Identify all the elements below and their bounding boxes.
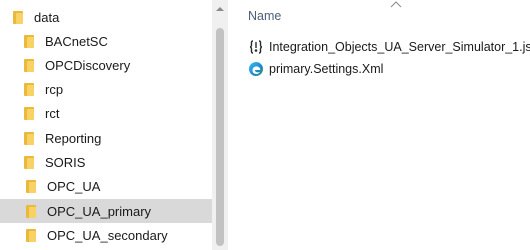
tree-item-opc-ua-secondary[interactable]: OPC_UA_secondary	[0, 223, 212, 247]
file-row[interactable]: Integration_Objects_UA_Server_Simulator_…	[248, 36, 530, 58]
tree-item-label: rct	[45, 105, 60, 121]
file-list-pane: Name Integration_Objects_UA_Server_Simul…	[228, 0, 530, 250]
folder-icon	[26, 228, 36, 242]
tree-item-opcdiscovery[interactable]: OPCDiscovery	[0, 53, 212, 77]
tree-item-soris[interactable]: SORIS	[0, 150, 212, 174]
file-name: primary.Settings.Xml	[269, 62, 384, 76]
tree-item-data[interactable]: data	[0, 5, 212, 29]
chevron-up-icon	[390, 1, 402, 8]
tree-item-bacnetsc[interactable]: BACnetSC	[0, 29, 212, 53]
folder-icon	[24, 106, 34, 120]
tree-item-opc-ua[interactable]: OPC_UA	[0, 174, 212, 198]
scroll-up-arrow-icon[interactable]	[216, 6, 224, 12]
json-file-icon	[249, 40, 263, 54]
folder-icon	[24, 155, 34, 169]
tree-item-label: OPCDiscovery	[45, 57, 131, 73]
tree-item-label: data	[34, 9, 60, 25]
folder-icon	[24, 131, 34, 145]
tree-item-label: Reporting	[45, 130, 102, 146]
folder-icon	[24, 58, 34, 72]
folder-icon	[24, 82, 34, 96]
navigation-pane: data BACnetSC OPCDiscovery rcp rct Repor…	[0, 0, 212, 250]
navigation-scrollbar[interactable]	[212, 0, 228, 250]
name-column-header[interactable]: Name	[248, 9, 281, 23]
edge-browser-icon	[249, 62, 263, 76]
tree-item-label: SORIS	[45, 154, 86, 170]
tree-item-label: rcp	[45, 81, 64, 97]
tree-item-label: BACnetSC	[45, 33, 108, 49]
folder-icon	[26, 204, 36, 218]
scrollbar-thumb[interactable]	[216, 28, 224, 246]
folder-icon	[24, 34, 34, 48]
tree-item-label: OPC_UA_secondary	[47, 227, 168, 243]
file-name: Integration_Objects_UA_Server_Simulator_…	[269, 40, 530, 54]
tree-item-rct[interactable]: rct	[0, 101, 212, 125]
tree-item-rcp[interactable]: rcp	[0, 77, 212, 101]
tree-item-label: OPC_UA	[47, 178, 101, 194]
tree-item-opc-ua-primary[interactable]: OPC_UA_primary	[0, 199, 212, 223]
folder-icon	[26, 179, 36, 193]
folder-icon	[13, 10, 23, 24]
file-row[interactable]: primary.Settings.Xml	[248, 58, 530, 80]
tree-item-label: OPC_UA_primary	[47, 203, 152, 219]
file-explorer-window: data BACnetSC OPCDiscovery rcp rct Repor…	[0, 0, 530, 250]
tree-item-reporting[interactable]: Reporting	[0, 126, 212, 150]
